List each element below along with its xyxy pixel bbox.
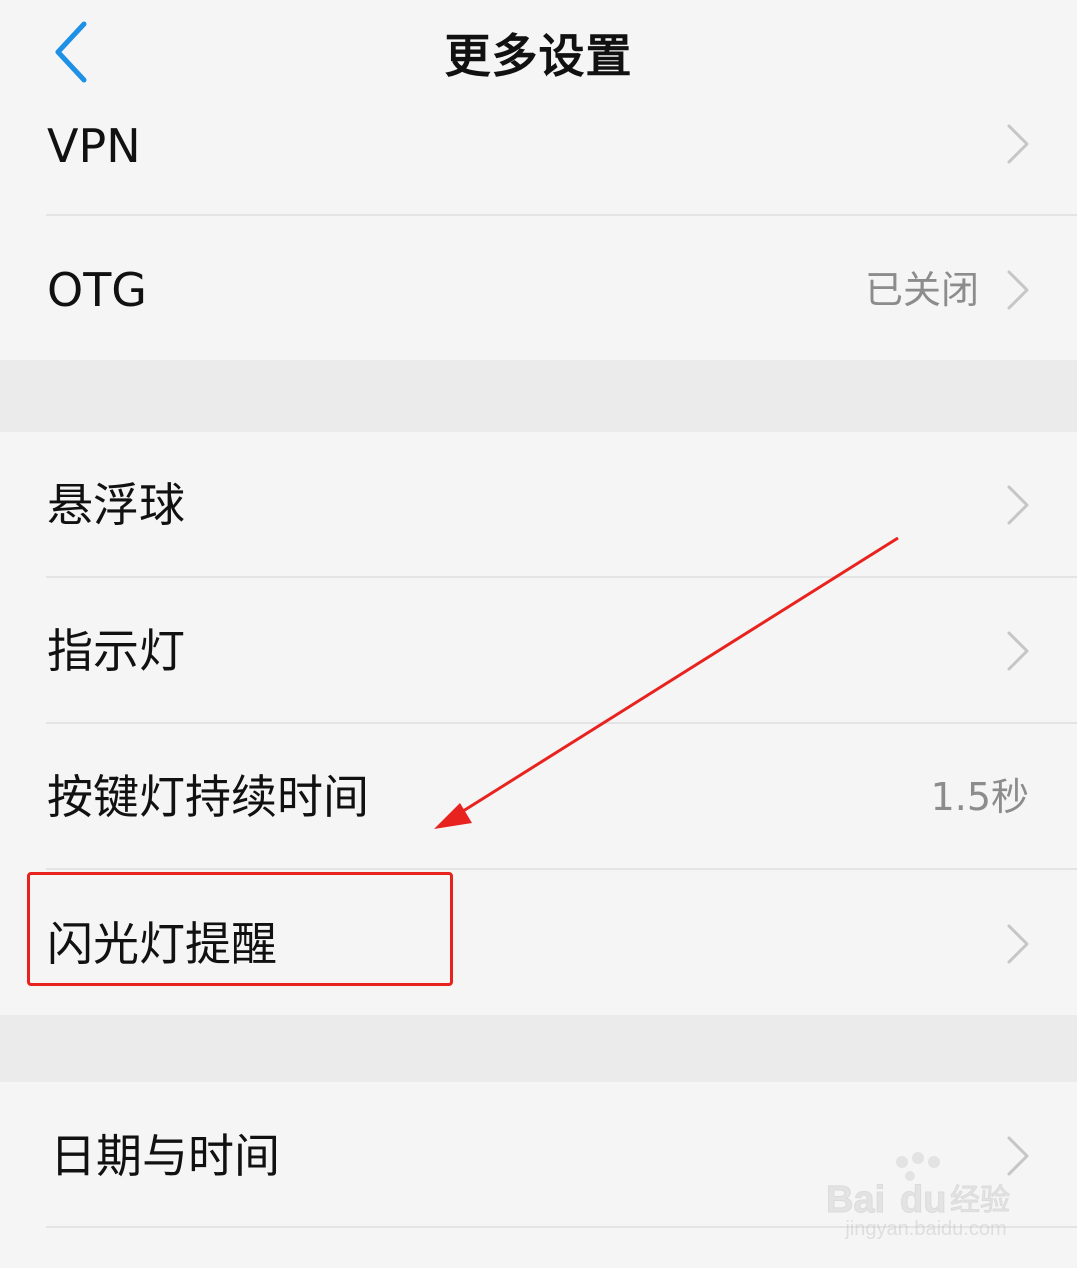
settings-item-label: 指示灯 [47, 624, 185, 678]
settings-item-label: OTG [47, 263, 147, 317]
settings-item-vpn[interactable]: VPN [0, 118, 1077, 216]
svg-text:经验: 经验 [950, 1183, 1010, 1218]
chevron-right-icon [1007, 270, 1029, 310]
settings-item-key-light-duration[interactable]: 按键灯持续时间 1.5秒 [0, 724, 1077, 870]
chevron-right-icon [1007, 631, 1029, 671]
settings-item-label: 悬浮球 [47, 478, 185, 532]
settings-item-label: 日期与时间 [50, 1129, 280, 1183]
watermark-url: jingyan.baidu.com [845, 1218, 1007, 1240]
settings-item-label: VPN [47, 119, 141, 173]
chevron-right-icon [1007, 485, 1029, 525]
page-title: 更多设置 [444, 29, 633, 83]
key-light-duration-value: 1.5秒 [930, 775, 1029, 819]
title-bar: 更多设置 [0, 0, 1077, 118]
otg-status: 已关闭 [864, 268, 979, 312]
svg-text:Bai: Bai [826, 1179, 885, 1221]
chevron-right-icon [1007, 124, 1029, 164]
settings-group-network: VPN OTG 已关闭 [0, 118, 1077, 360]
settings-item-floating-ball[interactable]: 悬浮球 [0, 432, 1077, 578]
settings-item-label: 按键灯持续时间 [47, 770, 369, 824]
section-gap [0, 360, 1077, 432]
chevron-right-icon [1007, 924, 1029, 964]
settings-item-otg[interactable]: OTG 已关闭 [0, 216, 1077, 360]
section-gap [0, 1015, 1077, 1082]
svg-text:du: du [900, 1179, 946, 1221]
settings-item-indicator-light[interactable]: 指示灯 [0, 578, 1077, 724]
annotation-highlight-box [27, 872, 453, 986]
baidu-jingyan-watermark: Bai du 经验 jingyan.baidu.com [826, 1150, 1026, 1250]
